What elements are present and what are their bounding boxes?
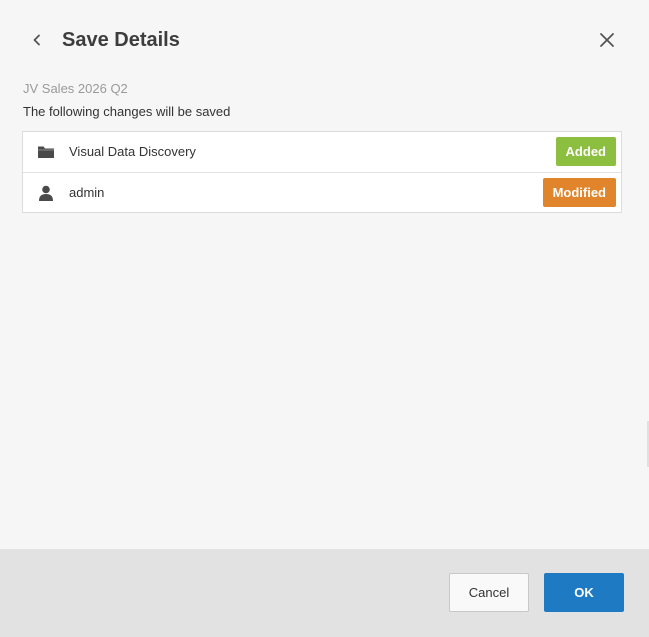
folder-icon [37, 143, 55, 161]
change-row-folder: Visual Data Discovery Added [23, 132, 621, 172]
close-icon [600, 33, 614, 47]
dialog-title: Save Details [62, 29, 180, 51]
changes-list: Visual Data Discovery Added admin Modifi… [22, 131, 622, 213]
status-badge-modified: Modified [542, 178, 616, 207]
change-row-user: admin Modified [23, 172, 621, 212]
status-badge-added: Added [555, 137, 616, 166]
user-icon [37, 184, 55, 202]
dialog-footer: Cancel OK [0, 549, 649, 637]
close-button[interactable] [596, 29, 618, 51]
chevron-left-icon [33, 34, 40, 46]
back-button[interactable] [26, 29, 48, 51]
changes-description: The following changes will be saved [23, 104, 231, 119]
ok-button[interactable]: OK [544, 573, 624, 612]
dialog-header: Save Details [0, 0, 649, 80]
change-row-label: Visual Data Discovery [69, 144, 196, 159]
save-details-dialog: Save Details JV Sales 2026 Q2 The follow… [0, 0, 649, 637]
cancel-button[interactable]: Cancel [449, 573, 529, 612]
change-row-label: admin [69, 185, 105, 200]
dashboard-name: JV Sales 2026 Q2 [23, 81, 128, 96]
